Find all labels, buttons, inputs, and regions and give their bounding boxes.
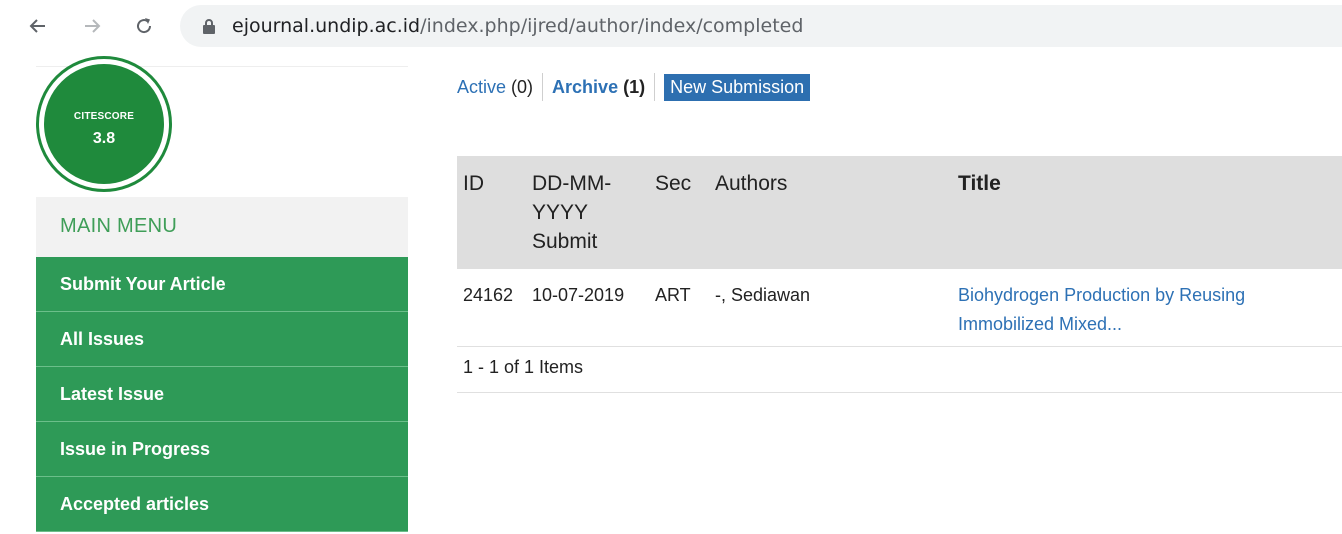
date-header-line: Submit: [532, 230, 598, 253]
items-count: 1 - 1 of 1 Items: [463, 357, 584, 377]
tab-active-count: (0): [511, 76, 534, 97]
tab-active-label: Active: [457, 76, 507, 97]
main-menu-header: MAIN MENU: [36, 197, 408, 257]
arrow-right-icon: [85, 19, 101, 33]
menu-item-issue-in-progress[interactable]: Issue in Progress: [36, 422, 408, 477]
menu-item-accepted-articles[interactable]: Accepted articles: [36, 477, 408, 532]
url-path: /index.php/ijred/author/index/completed: [420, 15, 804, 37]
reload-button[interactable]: [130, 12, 158, 40]
cell-authors: -, Sediawan: [715, 285, 811, 305]
column-header-sec[interactable]: Sec: [655, 169, 691, 198]
main-menu: Submit Your Article All Issues Latest Is…: [36, 257, 408, 532]
date-header-line: YYYY: [532, 201, 589, 224]
table-header: ID DD-MM- YYYY Submit Sec Authors Title: [457, 156, 1342, 269]
cell-id: 24162: [463, 285, 514, 305]
tab-separator: [654, 73, 656, 101]
column-header-id[interactable]: ID: [463, 169, 484, 198]
cell-date: 10-07-2019: [532, 285, 625, 305]
title-line: Biohydrogen Production by Reusing: [958, 285, 1246, 305]
tab-archive-label: Archive: [552, 76, 619, 97]
menu-item-submit-your-article[interactable]: Submit Your Article: [36, 257, 408, 312]
citescore-value: 3.8: [92, 130, 116, 147]
submission-tabs: Active (0) Archive (1) New Submission: [457, 72, 811, 102]
forward-button[interactable]: [78, 12, 106, 40]
lock-icon: [203, 19, 215, 34]
menu-item-latest-issue[interactable]: Latest Issue: [36, 367, 408, 422]
submissions-table: ID DD-MM- YYYY Submit Sec Authors Title …: [457, 156, 1342, 393]
table-footer: 1 - 1 of 1 Items: [457, 347, 1342, 393]
tab-archive[interactable]: Archive (1): [552, 77, 645, 98]
back-button[interactable]: [24, 12, 52, 40]
new-submission-button[interactable]: New Submission: [664, 73, 811, 101]
reload-icon: [137, 18, 152, 34]
column-header-title[interactable]: Title: [958, 169, 1001, 198]
table-row: 24162 10-07-2019 ART -, Sediawan Biohydr…: [457, 269, 1342, 347]
address-bar[interactable]: ejournal.undip.ac.id/index.php/ijred/aut…: [180, 5, 1342, 47]
date-header-line: DD-MM-: [532, 172, 612, 195]
browser-toolbar: ejournal.undip.ac.id/index.php/ijred/aut…: [0, 0, 1342, 52]
cell-sec: ART: [655, 285, 691, 305]
tab-archive-count: (1): [623, 76, 646, 97]
cell-title-link[interactable]: Biohydrogen Production by Reusing Immobi…: [958, 281, 1318, 339]
menu-item-all-issues[interactable]: All Issues: [36, 312, 408, 367]
url-host: ejournal.undip.ac.id: [232, 15, 421, 37]
title-line: Immobilized Mixed...: [958, 314, 1123, 334]
citescore-label: CITESCORE: [73, 111, 135, 122]
url-text[interactable]: ejournal.undip.ac.id/index.php/ijred/aut…: [232, 15, 803, 37]
arrow-left-icon: [29, 19, 45, 33]
main-menu-title: MAIN MENU: [60, 215, 178, 237]
tab-separator: [542, 73, 544, 101]
column-header-authors[interactable]: Authors: [715, 169, 787, 198]
tab-active[interactable]: Active (0): [457, 77, 533, 98]
column-header-date[interactable]: DD-MM- YYYY Submit: [532, 169, 611, 256]
citescore-badge[interactable]: CITESCORE 3.8: [44, 64, 164, 184]
